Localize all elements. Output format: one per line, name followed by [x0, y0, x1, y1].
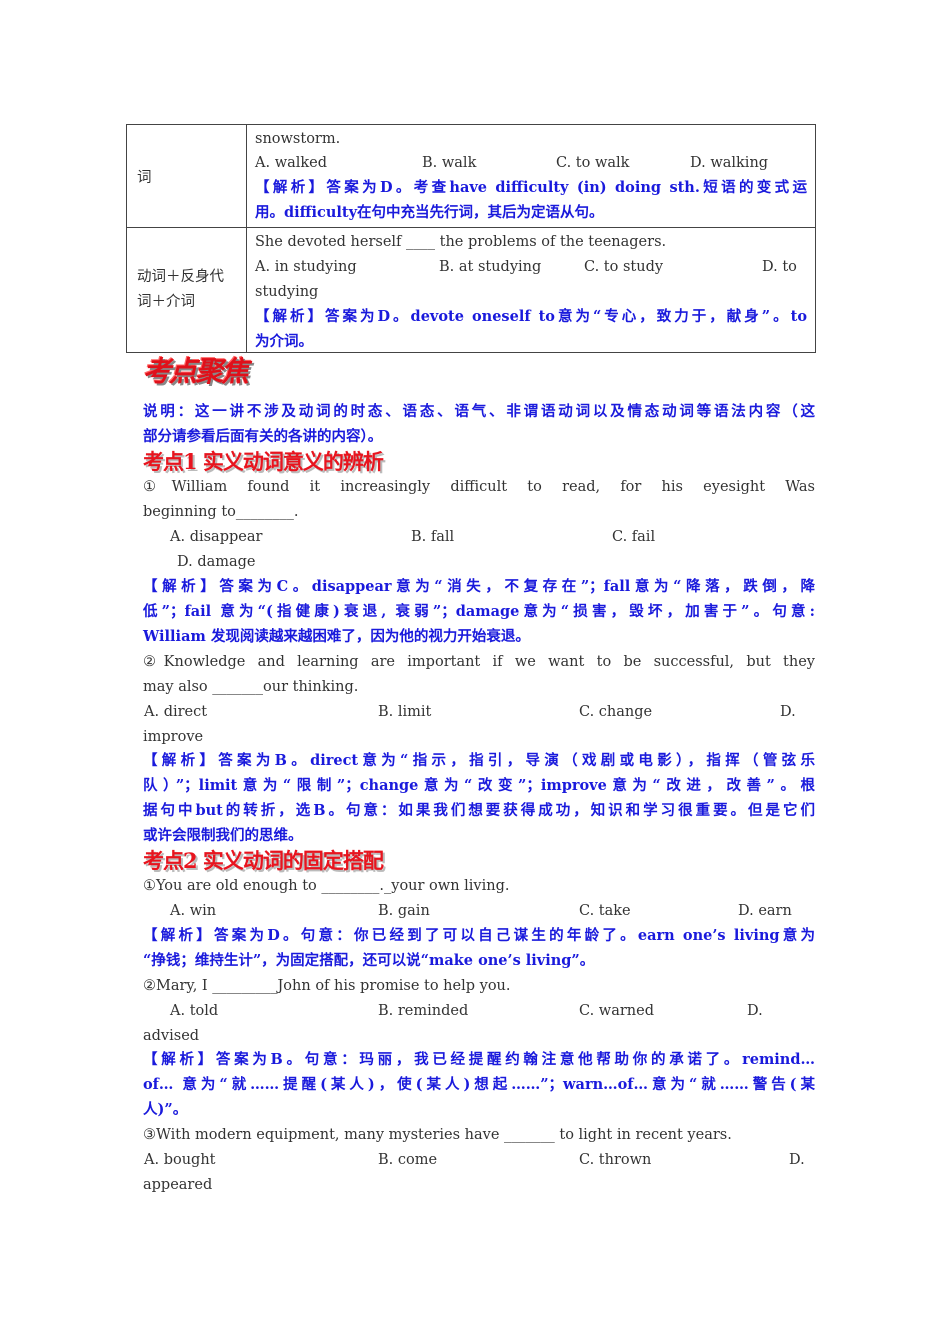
analysis-text: 用。difficulty在句中充当先行词，其后为定语从句。 — [255, 204, 604, 221]
option-b: B. fall — [411, 529, 455, 545]
option-b: B. at studying — [439, 259, 542, 275]
category-label: 动词＋反身代 — [137, 269, 224, 285]
section-banner: 考点聚焦 — [143, 355, 249, 388]
option-d-wrap: improve — [143, 729, 204, 745]
analysis-text: 【解析】答案为D。devote oneself to意为“专心，致力于，献身”。… — [255, 308, 807, 325]
example-cell: She devoted herself ____ the problems of… — [246, 227, 816, 353]
question-text: ②Knowledge and learning are important if… — [143, 654, 815, 670]
question-text: snowstorm. — [255, 131, 341, 147]
option-a: A. win — [170, 903, 217, 919]
option-a: A. walked — [255, 155, 328, 171]
option-d: D. damage — [177, 554, 256, 570]
option-a: A. bought — [144, 1152, 216, 1168]
option-d: D. to — [762, 259, 797, 275]
option-c: C. change — [579, 704, 653, 720]
analysis-text: 【解析】答案为D。句意：你已经到了可以自己谋生的年龄了。earn one’s l… — [143, 927, 815, 944]
option-d: D. earn — [738, 903, 792, 919]
section-heading: 考点2 实义动词的固定搭配 — [143, 848, 384, 873]
option-b: B. walk — [422, 155, 477, 171]
analysis-text: 低”；fail 意为“(指健康)衰退, 衰弱”；damage意为“损害，毁坏，加… — [143, 603, 815, 620]
document-page: 词 snowstorm. A. walked B. walk C. to wal… — [0, 0, 950, 1344]
question-text: ①William found it increasingly difficult… — [143, 479, 815, 495]
question-text: ③With modern equipment, many mysteries h… — [143, 1127, 732, 1143]
note-text: 说明：这一讲不涉及动词的时态、语态、语气、非谓语动词以及情态动词等语法内容（这 — [143, 403, 815, 420]
option-a: A. disappear — [170, 529, 263, 545]
analysis-text: 【解析】答案为B。句意：玛丽，我已经提醒约翰注意他帮助你的承诺了。remind… — [143, 1051, 815, 1068]
category-cell: 词 — [126, 124, 247, 228]
option-c: C. to study — [584, 259, 664, 275]
option-c: C. warned — [579, 1003, 654, 1019]
category-cell: 动词＋反身代 词＋介词 — [126, 227, 247, 353]
question-text: may also _______our thinking. — [143, 679, 359, 695]
analysis-text: 据句中but的转折，选B。句意：如果我们想要获得成功，知识和学习很重要。但是它们 — [143, 802, 815, 819]
option-c: C. to walk — [556, 155, 630, 171]
option-d: D. walking — [690, 155, 769, 171]
option-b: B. gain — [378, 903, 430, 919]
option-d-wrap: advised — [143, 1028, 200, 1044]
category-label: 词＋介词 — [137, 294, 195, 310]
option-a: A. told — [170, 1003, 219, 1019]
section-heading: 考点1 实义动词意义的辨析 — [143, 449, 384, 474]
option-c: C. take — [579, 903, 631, 919]
option-c: C. thrown — [579, 1152, 652, 1168]
analysis-text: 人)”。 — [143, 1101, 188, 1118]
analysis-text: 队）”；limit意为“限制”；change意为“改变”；improve意为“改… — [143, 777, 815, 794]
analysis-text: 或许会限制我们的思维。 — [143, 827, 303, 844]
option-b: B. limit — [378, 704, 432, 720]
option-d-wrap: appeared — [143, 1177, 213, 1193]
table-row: 词 snowstorm. A. walked B. walk C. to wal… — [126, 124, 816, 228]
example-cell: snowstorm. A. walked B. walk C. to walk … — [246, 124, 816, 228]
option-c: C. fail — [612, 529, 656, 545]
question-text: ①You are old enough to ________._your ow… — [143, 878, 510, 894]
option-d: D. — [780, 704, 796, 720]
analysis-text: 【解析】答案为C。disappear意为“消失，不复存在”；fall意为“降落，… — [143, 578, 815, 595]
analysis-text: of… 意为“就……提醒(某人)，使(某人)想起……”；warn…of…意为“就… — [143, 1076, 815, 1093]
analysis-text: 【解析】答案为B。direct意为“指示，指引，导演（戏剧或电影），指挥（管弦乐 — [143, 752, 815, 769]
grammar-table: 词 snowstorm. A. walked B. walk C. to wal… — [126, 124, 816, 353]
option-d: D. — [747, 1003, 763, 1019]
question-text: beginning to________. — [143, 504, 299, 520]
question-text: ②Mary, I _________John of his promise to… — [143, 978, 511, 994]
category-label: 词 — [137, 169, 152, 186]
option-b: B. come — [378, 1152, 438, 1168]
question-text: She devoted herself ____ the problems of… — [255, 234, 667, 250]
option-d: D. — [789, 1152, 805, 1168]
analysis-text: William 发现阅读越来越困难了，因为他的视力开始衰退。 — [143, 628, 530, 645]
option-a: A. in studying — [255, 259, 357, 275]
option-b: B. reminded — [378, 1003, 469, 1019]
note-text: 部分请参看后面有关的各讲的内容）。 — [143, 428, 383, 445]
option-a: A. direct — [144, 704, 208, 720]
analysis-text: 【解析】答案为D。考查have difficulty (in) doing st… — [255, 179, 807, 196]
analysis-text: “挣钱；维持生计”，为固定搭配，还可以说“make one’s living”。 — [143, 952, 595, 969]
option-d-wrap: studying — [255, 284, 319, 300]
table-row: 动词＋反身代 词＋介词 She devoted herself ____ the… — [126, 227, 816, 353]
analysis-text: 为介词。 — [255, 333, 313, 350]
